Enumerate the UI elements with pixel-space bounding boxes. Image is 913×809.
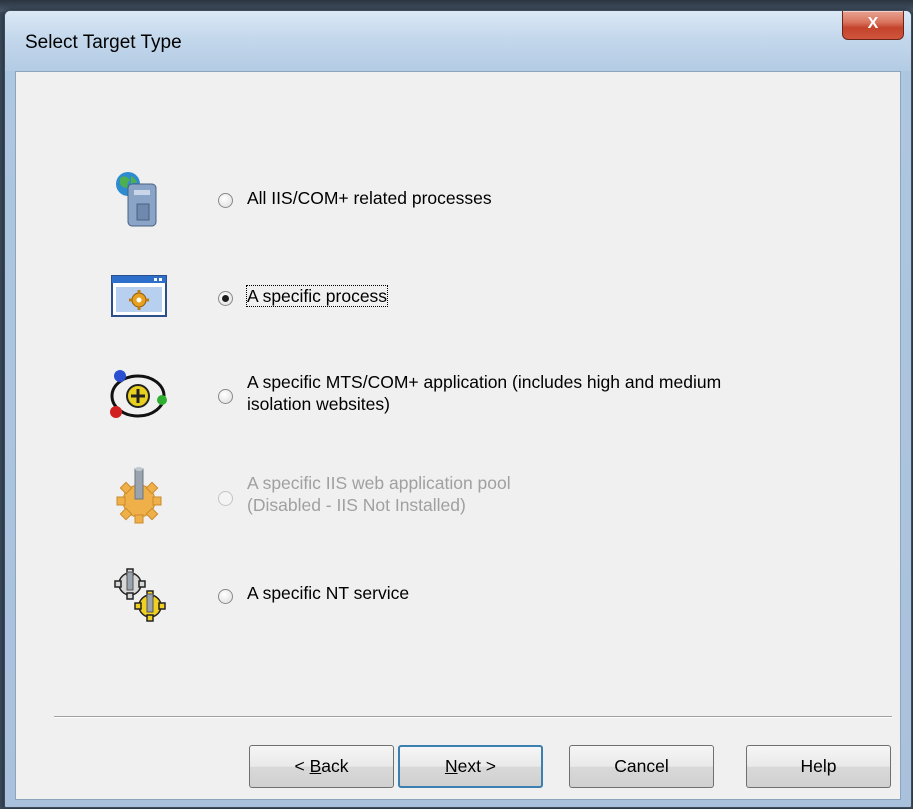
- option-nt-service[interactable]: A specific NT service: [16, 558, 900, 628]
- option-mts-com-application[interactable]: A specific MTS/COM+ application (include…: [16, 358, 900, 428]
- back-button[interactable]: < Back: [249, 745, 394, 788]
- radio-nt-service[interactable]: [218, 589, 233, 604]
- app-pool-gear-icon: [116, 467, 162, 524]
- cancel-button[interactable]: Cancel: [569, 745, 714, 788]
- radio-all-iis-com[interactable]: [218, 193, 233, 208]
- radio-specific-process[interactable]: [218, 291, 233, 306]
- option-specific-process[interactable]: A specific process: [16, 262, 900, 332]
- com-atom-icon: [110, 370, 167, 418]
- nt-service-gears-icon: [114, 568, 166, 622]
- dialog-window: Select Target Type X All IIS/COM+ relate…: [4, 10, 912, 808]
- option-nt-service-label: A specific NT service: [247, 583, 410, 603]
- option-all-iis-com[interactable]: All IIS/COM+ related processes: [16, 164, 900, 234]
- footer-separator: [54, 716, 892, 718]
- option-specific-process-label: A specific process: [245, 285, 389, 307]
- iis-server-icon: [116, 172, 157, 227]
- option-iis-app-pool: A specific IIS web application pool (Dis…: [16, 459, 900, 529]
- dialog-title: Select Target Type: [25, 32, 182, 53]
- option-mts-com-application-label: A specific MTS/COM+ application (include…: [247, 372, 722, 414]
- help-button[interactable]: Help: [746, 745, 891, 788]
- radio-mts-com-application[interactable]: [218, 389, 233, 404]
- next-button[interactable]: Next >: [398, 745, 543, 788]
- radio-iis-app-pool: [218, 491, 233, 506]
- option-iis-app-pool-label: A specific IIS web application pool (Dis…: [247, 473, 511, 515]
- process-window-icon: [111, 275, 167, 317]
- dialog-client-area: All IIS/COM+ related processes A specifi…: [15, 71, 901, 800]
- close-icon: X: [867, 15, 879, 32]
- close-button[interactable]: X: [842, 11, 904, 40]
- title-bar[interactable]: Select Target Type X: [5, 11, 911, 71]
- option-all-iis-com-label: All IIS/COM+ related processes: [247, 188, 492, 208]
